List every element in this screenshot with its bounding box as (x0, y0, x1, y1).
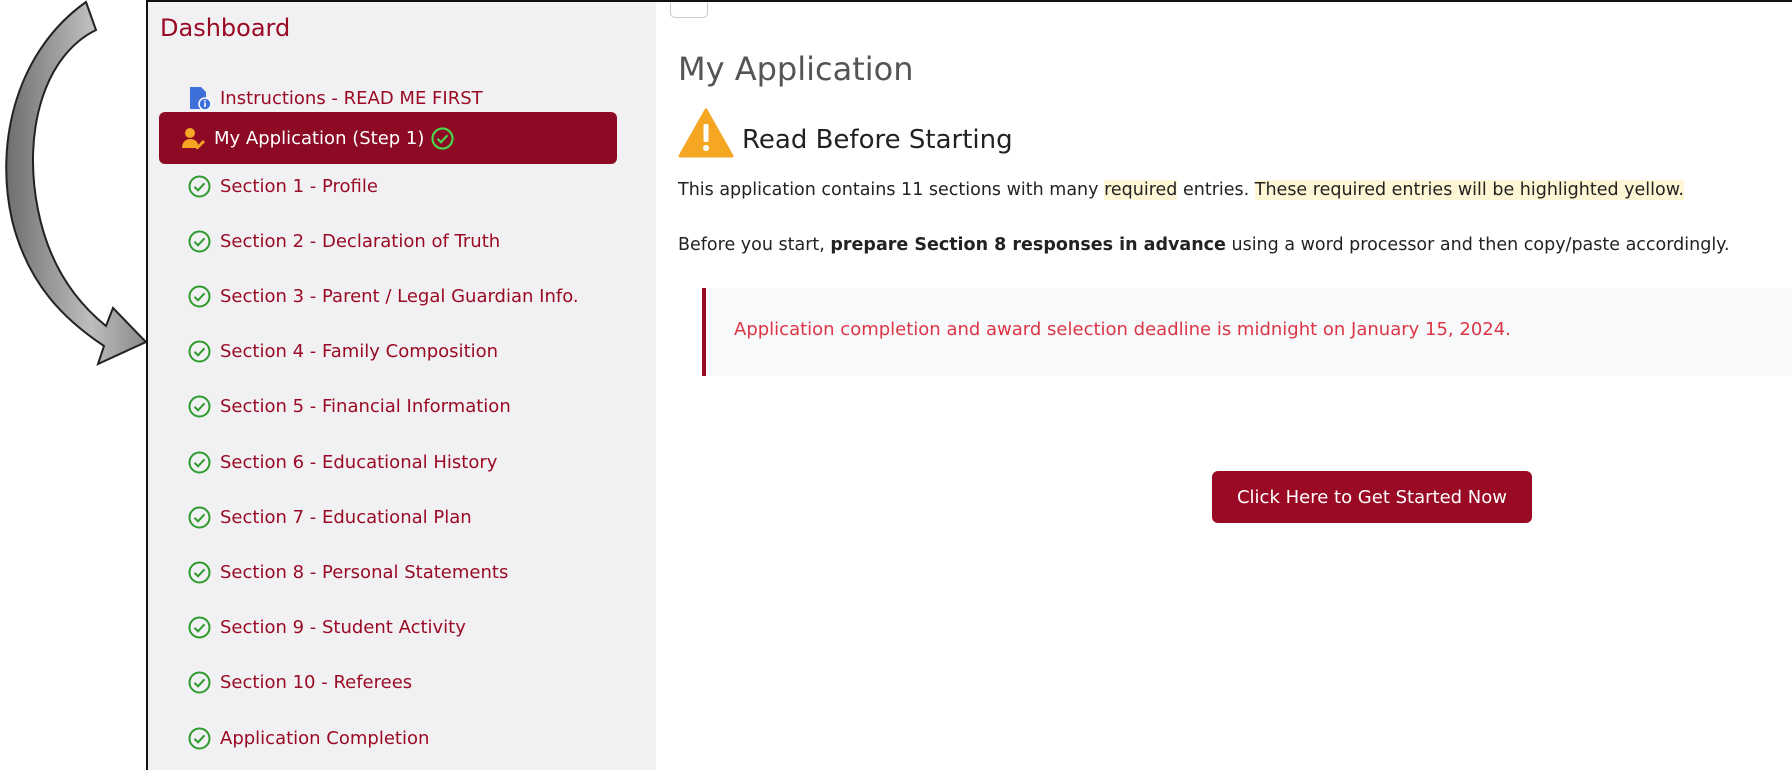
sidebar-item-section-2[interactable]: Section 2 - Declaration of Truth (159, 215, 617, 267)
get-started-button[interactable]: Click Here to Get Started Now (1212, 471, 1532, 523)
highlight-note: These required entries will be highlight… (1254, 180, 1684, 200)
sidebar-item-my-application[interactable]: My Application (Step 1) (159, 112, 617, 164)
page-title: My Application (678, 50, 914, 88)
sidebar-item-section-5[interactable]: Section 5 - Financial Information (159, 381, 617, 433)
instructions-paragraph-2: Before you start, prepare Section 8 resp… (678, 235, 1730, 255)
sidebar-item-section-8[interactable]: Section 8 - Personal Statements (159, 546, 617, 598)
user-edit-icon (182, 127, 205, 149)
check-circle-icon (188, 616, 211, 639)
sidebar: Dashboard Instructions - READ ME FIRST M… (148, 2, 656, 770)
notice-heading: Read Before Starting (742, 125, 1013, 155)
required-highlight: required (1104, 180, 1178, 200)
check-circle-icon (188, 340, 211, 363)
sidebar-item-section-4[interactable]: Section 4 - Family Composition (159, 326, 617, 378)
sidebar-item-label: Instructions - READ ME FIRST (220, 87, 483, 109)
check-circle-icon (188, 671, 211, 694)
instructions-paragraph-1: This application contains 11 sections wi… (678, 180, 1684, 200)
sidebar-item-label: My Application (Step 1) (214, 127, 425, 149)
sidebar-item-label: Section 9 - Student Activity (220, 617, 466, 639)
check-circle-icon (188, 230, 211, 253)
check-circle-icon (188, 285, 211, 308)
sidebar-item-section-6[interactable]: Section 6 - Educational History (159, 436, 617, 488)
sidebar-title: Dashboard (160, 14, 291, 42)
check-circle-icon (188, 561, 211, 584)
check-circle-icon (188, 451, 211, 473)
sidebar-item-section-7[interactable]: Section 7 - Educational Plan (159, 491, 617, 543)
annotation-curved-arrow (5, 0, 148, 366)
check-circle-icon (431, 126, 455, 150)
sidebar-item-section-3[interactable]: Section 3 - Parent / Legal Guardian Info… (159, 270, 617, 322)
sidebar-item-section-1[interactable]: Section 1 - Profile (159, 160, 617, 212)
sidebar-item-label: Application Completion (220, 727, 430, 749)
file-info-icon (190, 86, 212, 111)
sidebar-item-label: Section 7 - Educational Plan (220, 506, 472, 528)
bold-instruction: prepare Section 8 responses in advance (830, 235, 1226, 255)
check-circle-icon (188, 727, 211, 749)
warning-icon (678, 108, 734, 158)
main-content: My Application Read Before Starting This… (656, 2, 1792, 770)
sidebar-item-label: Section 2 - Declaration of Truth (220, 230, 501, 252)
sidebar-item-label: Section 4 - Family Composition (220, 341, 499, 363)
check-circle-icon (188, 175, 211, 197)
sidebar-item-label: Section 5 - Financial Information (220, 396, 511, 418)
deadline-alert: Application completion and award selecti… (702, 288, 1792, 376)
sidebar-item-application-completion[interactable]: Application Completion (159, 712, 617, 764)
sidebar-item-section-9[interactable]: Section 9 - Student Activity (159, 602, 617, 654)
sidebar-item-label: Section 8 - Personal Statements (220, 561, 509, 583)
top-toolbar-fragment (670, 2, 708, 18)
check-circle-icon (188, 506, 211, 529)
sidebar-item-section-10[interactable]: Section 10 - Referees (159, 657, 617, 709)
sidebar-item-label: Section 1 - Profile (220, 175, 378, 197)
check-circle-icon (188, 395, 211, 418)
deadline-text: Application completion and award selecti… (734, 319, 1511, 340)
sidebar-item-label: Section 3 - Parent / Legal Guardian Info… (220, 285, 579, 307)
sidebar-item-label: Section 10 - Referees (220, 672, 413, 694)
sidebar-item-label: Section 6 - Educational History (220, 451, 498, 473)
